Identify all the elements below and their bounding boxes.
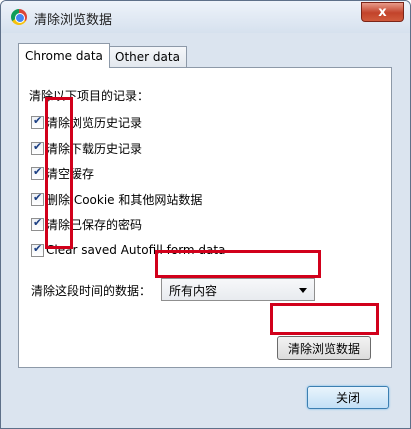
clear-browsing-data-button[interactable]: 清除浏览数据 — [277, 336, 371, 360]
highlight-checkboxes — [45, 97, 73, 249]
chrome-logo-icon — [11, 9, 27, 25]
time-range-selected-value: 所有内容 — [169, 284, 218, 298]
close-dialog-button[interactable]: 关闭 — [307, 386, 389, 409]
checkbox-checked-icon[interactable] — [31, 114, 44, 130]
time-range-label: 清除这段时间的数据： — [31, 284, 152, 298]
time-range-select[interactable]: 所有内容 — [161, 278, 315, 301]
tab-chrome-data[interactable]: Chrome data — [18, 43, 110, 68]
checkbox-checked-icon[interactable] — [31, 140, 44, 155]
title-bar: 清除浏览数据 x — [1, 1, 410, 33]
checkbox-checked-icon[interactable] — [31, 165, 44, 181]
window-title: 清除浏览数据 — [34, 13, 113, 28]
dropdown-arrow-icon — [299, 288, 307, 293]
highlight-clear-button — [270, 303, 379, 335]
checkbox-checked-icon[interactable] — [31, 216, 44, 232]
close-button[interactable]: x — [361, 2, 404, 22]
checkbox-checked-icon[interactable] — [31, 242, 44, 257]
tab-strip: Chrome data Other data — [18, 43, 392, 68]
checkbox-checked-icon[interactable] — [31, 191, 44, 206]
highlight-time-range — [155, 250, 321, 278]
tab-other-data[interactable]: Other data — [108, 46, 187, 67]
